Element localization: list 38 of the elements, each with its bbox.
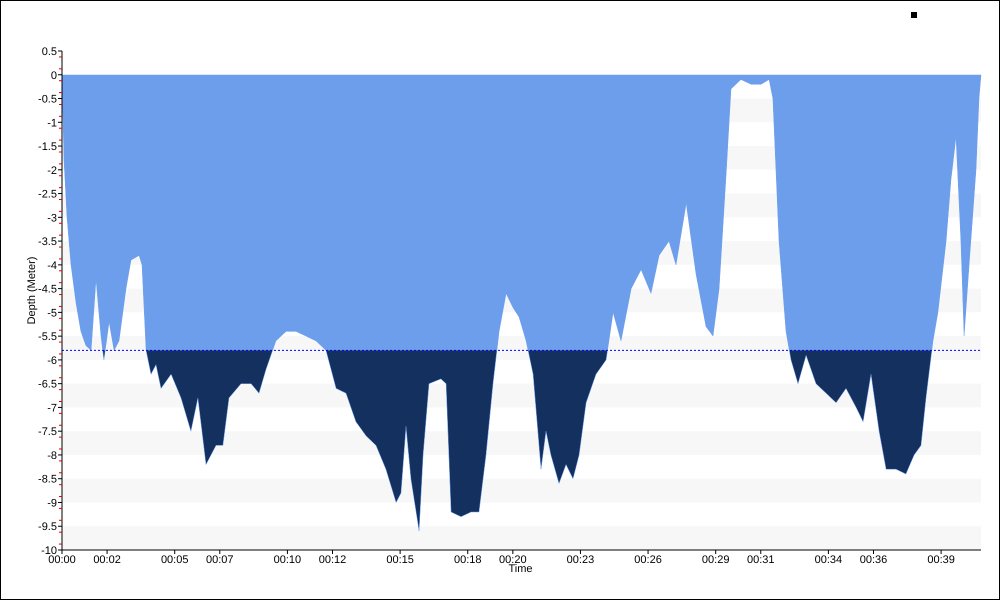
x-tick-label: 00:00 xyxy=(48,554,76,566)
x-tick-label: 00:31 xyxy=(747,554,775,566)
x-tick-label: 00:05 xyxy=(160,554,188,566)
y-tick-label: -8.5 xyxy=(38,474,57,486)
x-tick-label: 00:26 xyxy=(634,554,662,566)
x-tick-label: 00:12 xyxy=(318,554,346,566)
x-axis-title: Time xyxy=(508,563,533,575)
y-tick-label: -5.5 xyxy=(38,331,57,344)
y-axis-title: Depth (Meter) xyxy=(26,256,38,324)
y-tick-label: -6 xyxy=(47,354,57,367)
y-tick-label: -9 xyxy=(47,497,57,510)
x-tick-label: 00:23 xyxy=(566,554,594,566)
y-tick-label: 0 xyxy=(50,70,57,82)
y-tick-label: -3.5 xyxy=(38,236,57,248)
y-tick-label: -1.5 xyxy=(38,141,57,154)
x-tick-label: 00:39 xyxy=(927,554,955,566)
y-tick-label: -7.5 xyxy=(38,426,57,438)
y-tick-label: -8 xyxy=(47,450,57,462)
y-tick-label: -4 xyxy=(47,260,57,272)
y-tick-label: -4.5 xyxy=(38,284,57,296)
y-tick-label: -7 xyxy=(47,402,57,414)
x-tick-label: 00:36 xyxy=(860,554,888,566)
y-tick-label: -1 xyxy=(47,117,57,130)
x-tick-label: 00:18 xyxy=(454,554,482,566)
x-tick-label: 00:15 xyxy=(386,554,414,566)
x-tick-label: 00:29 xyxy=(702,554,730,566)
y-tick-label: -3 xyxy=(47,212,57,224)
y-tick-label: 0.5 xyxy=(42,46,57,58)
y-tick-label: -5 xyxy=(47,307,57,320)
x-tick-label: 00:07 xyxy=(206,554,234,566)
y-tick-label: -2.5 xyxy=(38,188,57,201)
y-tick-label: -9.5 xyxy=(38,521,57,534)
x-tick-label: 00:34 xyxy=(814,554,842,566)
y-tick-label: -6.5 xyxy=(38,378,57,391)
y-tick-label: -0.5 xyxy=(38,94,57,106)
x-tick-label: 00:10 xyxy=(274,554,302,566)
y-tick-label: -2 xyxy=(47,164,57,177)
x-tick-label: 00:02 xyxy=(93,554,121,566)
